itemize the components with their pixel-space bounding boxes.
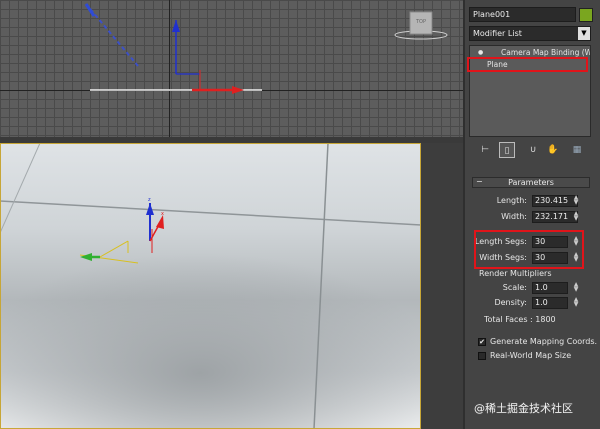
- density-label: Density:: [494, 298, 527, 307]
- top-viewport-overlay: [84, 3, 448, 94]
- gizmo-z-arrow: [172, 20, 180, 32]
- parameters-rollout-header[interactable]: − Parameters: [472, 177, 590, 188]
- scale-input[interactable]: 1.0: [532, 282, 568, 294]
- gizmo-x-arrow-persp: [156, 215, 164, 229]
- tile-seam-left: [0, 143, 41, 234]
- viewport-right-strip: [421, 143, 465, 429]
- highlight-box-plane: [467, 57, 588, 72]
- density-input[interactable]: 1.0: [532, 297, 568, 309]
- tile-seam-vertical: [313, 143, 329, 429]
- watermark: @稀土掘金技术社区: [474, 402, 573, 415]
- gizmo-plane-yellow: [99, 240, 129, 258]
- highlight-box-segs: [474, 230, 584, 269]
- length-spinner[interactable]: ▲ ▼: [572, 195, 580, 207]
- perspective-viewport[interactable]: z x: [0, 143, 421, 429]
- remove-modifier-icon[interactable]: ✋: [545, 142, 561, 158]
- camera-icon: [84, 3, 96, 17]
- make-unique-icon[interactable]: ∪: [525, 142, 541, 158]
- gizmo-x-letter: x: [161, 211, 164, 217]
- generate-mapping-checkbox[interactable]: ✔: [478, 338, 486, 346]
- total-faces-label: Total Faces : 1800: [484, 315, 556, 324]
- rollout-title: Parameters: [508, 178, 554, 187]
- gizmo-y-arrow: [80, 253, 92, 261]
- modifier-list-label: Modifier List: [473, 29, 522, 38]
- length-label: Length:: [496, 196, 527, 205]
- render-multipliers-label: Render Multipliers: [479, 269, 552, 278]
- density-spinner[interactable]: ▲ ▼: [572, 297, 580, 309]
- width-spinner[interactable]: ▲ ▼: [572, 211, 580, 223]
- viewcube-label: TOP: [415, 19, 426, 25]
- scale-label: Scale:: [502, 283, 527, 292]
- tile-seam-horizontal: [0, 200, 421, 226]
- gizmo-z-letter: z: [148, 197, 151, 203]
- object-name-field[interactable]: Plane001: [469, 7, 576, 22]
- stack-toolbar: ⊢ ▯ ∪ ✋ ▦: [469, 142, 591, 159]
- configure-modifier-sets-icon[interactable]: ▦: [569, 142, 585, 158]
- width-label: Width:: [501, 212, 527, 221]
- modifier-list-dropdown[interactable]: Modifier List ▼: [469, 26, 591, 41]
- chevron-down-icon[interactable]: ▼: [578, 27, 590, 40]
- show-end-result-icon[interactable]: ▯: [499, 142, 515, 158]
- top-viewport[interactable]: TOP: [0, 0, 465, 137]
- perspective-overlay: z x: [0, 143, 421, 429]
- gizmo-x-arrow: [232, 86, 244, 94]
- real-world-label[interactable]: Real-World Map Size: [490, 351, 571, 360]
- scale-spinner[interactable]: ▲ ▼: [572, 282, 580, 294]
- pin-stack-icon[interactable]: ⊢: [477, 142, 493, 158]
- object-color-swatch[interactable]: [579, 8, 593, 22]
- real-world-checkbox[interactable]: [478, 352, 486, 360]
- generate-mapping-label[interactable]: Generate Mapping Coords.: [490, 337, 597, 346]
